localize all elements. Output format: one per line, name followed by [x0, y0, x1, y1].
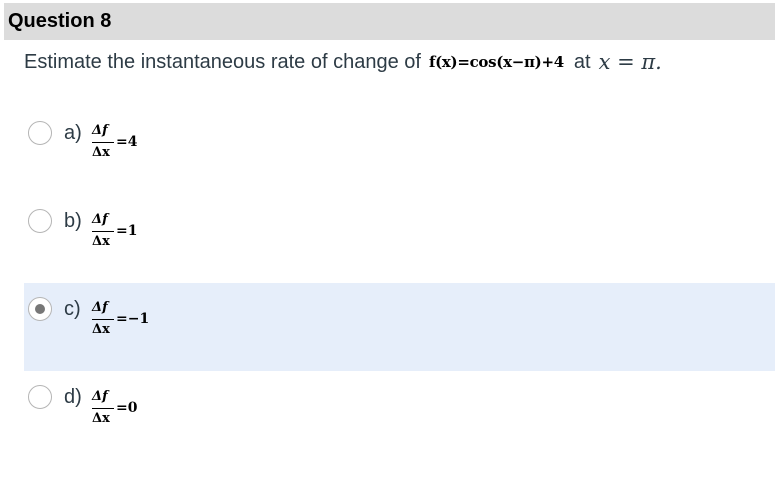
- fraction-denominator: Δx: [92, 145, 110, 160]
- fraction-denominator: Δx: [92, 322, 110, 337]
- answer-option-c[interactable]: c) Δf Δx =−1: [24, 283, 775, 371]
- fraction-value: =1: [116, 223, 138, 239]
- option-letter: d): [64, 386, 82, 408]
- option-letter: a): [64, 122, 82, 144]
- fraction-numerator: Δf: [92, 300, 108, 315]
- radio-button-c[interactable]: [28, 297, 52, 321]
- fraction-bar: [92, 408, 114, 409]
- radio-selected-dot: [35, 304, 45, 314]
- fraction-denominator: Δx: [92, 234, 110, 249]
- fraction-bar: [92, 142, 114, 143]
- prompt-text: Estimate the instantaneous rate of chang…: [24, 50, 421, 73]
- option-letter: b): [64, 210, 82, 232]
- radio-button-d[interactable]: [28, 385, 52, 409]
- question-prompt: Estimate the instantaneous rate of chang…: [24, 50, 662, 74]
- radio-button-a[interactable]: [28, 121, 52, 145]
- fraction-denominator: Δx: [92, 411, 110, 426]
- fraction-bar: [92, 319, 114, 320]
- fraction-value: =−1: [116, 311, 150, 327]
- fraction-numerator: Δf: [92, 389, 108, 404]
- answer-option-b[interactable]: b) Δf Δx =1: [24, 177, 775, 265]
- answer-option-a[interactable]: a) Δf Δx =4: [24, 89, 775, 177]
- fraction-value: =0: [116, 400, 138, 416]
- radio-button-b[interactable]: [28, 209, 52, 233]
- prompt-at: at: [573, 50, 591, 73]
- question-header: Question 8: [4, 3, 775, 40]
- fraction-bar: [92, 231, 114, 232]
- point-expression: x = π.: [598, 50, 662, 74]
- option-letter: c): [64, 298, 81, 320]
- fraction-value: =4: [116, 134, 138, 150]
- fraction-numerator: Δf: [92, 123, 108, 138]
- question-title: Question 8: [8, 10, 112, 32]
- answer-option-d[interactable]: d) Δf Δx =0: [24, 371, 775, 459]
- function-expression: f(x)=cos(x−π)+4: [428, 53, 564, 71]
- fraction-numerator: Δf: [92, 212, 108, 227]
